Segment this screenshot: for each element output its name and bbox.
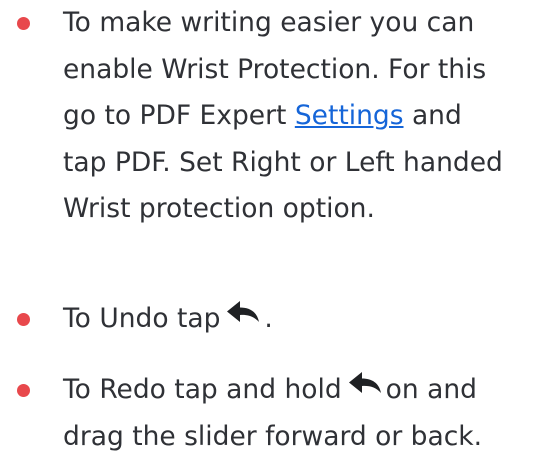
list-item: To Undo tap. xyxy=(0,296,560,343)
undo-icon xyxy=(348,364,382,411)
item-text: go to PDF Expert xyxy=(63,100,295,131)
item-text-line: Wrist protection option. xyxy=(63,193,375,224)
item-text-line: go to PDF Expert Settings and xyxy=(63,93,560,140)
undo-icon xyxy=(226,293,260,340)
item-text-line: To Redo tap and hold on and xyxy=(63,367,560,414)
bullet-icon xyxy=(17,313,30,326)
item-text: To Undo tap xyxy=(63,303,221,334)
item-text-line: tap PDF. Set Right or Left handed xyxy=(63,146,503,178)
item-text-line: To Undo tap. xyxy=(63,296,560,343)
bullet-icon xyxy=(17,384,30,397)
item-text: on and xyxy=(385,374,477,405)
item-text-line: To make writing easier you can xyxy=(63,7,475,38)
list-item: To make writing easier you can enable Wr… xyxy=(0,0,560,233)
settings-link[interactable]: Settings xyxy=(295,100,404,131)
list-item: To Redo tap and hold on and drag the slid… xyxy=(0,367,560,460)
item-text: To Redo tap and hold xyxy=(63,374,342,405)
item-text-line: drag the slider forward or back. xyxy=(63,420,483,452)
item-text: and xyxy=(403,100,462,131)
item-text: . xyxy=(264,303,273,334)
item-text-line: enable Wrist Protection. For this xyxy=(63,53,487,85)
bullet-icon xyxy=(17,17,30,30)
